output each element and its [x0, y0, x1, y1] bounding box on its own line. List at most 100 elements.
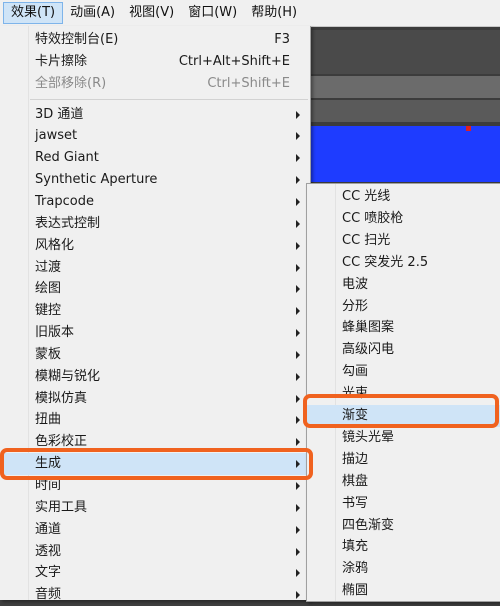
- menu-item-label: Red Giant: [35, 150, 99, 166]
- submenu-item-5[interactable]: 分形: [307, 296, 500, 318]
- submenu-item-label: 棋盘: [342, 473, 369, 489]
- submenu-item-label: 描边: [342, 451, 369, 467]
- menu-item-category-9[interactable]: 键控: [0, 300, 310, 322]
- menu-item-category-0[interactable]: 3D 通道: [0, 104, 310, 126]
- menu-item-label: 通道: [35, 521, 62, 537]
- submenu-item-0[interactable]: CC 光线: [307, 186, 500, 208]
- menu-item-label: Synthetic Aperture: [35, 172, 158, 188]
- submenu-item-7[interactable]: 高级闪电: [307, 339, 500, 361]
- submenu-item-2[interactable]: CC 扫光: [307, 230, 500, 252]
- annotation-highlight-generate: [0, 448, 313, 480]
- menu-animation[interactable]: 动画(A): [63, 2, 122, 24]
- submenu-arrow-icon: [296, 372, 300, 381]
- menu-item-label: jawset: [35, 128, 78, 144]
- menu-item-category-3[interactable]: Synthetic Aperture: [0, 169, 310, 191]
- submenu-arrow-icon: [296, 591, 300, 600]
- menu-item-category-12[interactable]: 模糊与锐化: [0, 366, 310, 388]
- menu-item-category-22[interactable]: 音频: [0, 584, 310, 606]
- menu-item-category-20[interactable]: 透视: [0, 541, 310, 563]
- menu-item-category-4[interactable]: Trapcode: [0, 191, 310, 213]
- submenu-item-16[interactable]: 填充: [307, 536, 500, 558]
- menu-item-label: 实用工具: [35, 499, 88, 515]
- menu-item-label: 风格化: [35, 237, 75, 253]
- submenu-arrow-icon: [296, 416, 300, 425]
- submenu-arrow-icon: [296, 438, 300, 447]
- menu-item-label: 时间: [35, 478, 62, 493]
- submenu-item-label: 高级闪电: [342, 342, 395, 358]
- submenu-item-label: 涂鸦: [342, 561, 369, 577]
- submenu-arrow-icon: [296, 350, 300, 359]
- submenu-item-8[interactable]: 勾画: [307, 361, 500, 383]
- menu-item-top-1[interactable]: 卡片擦除 Ctrl+Alt+Shift+E: [0, 51, 310, 73]
- layer-bar-2: [300, 100, 500, 122]
- menu-item-category-19[interactable]: 通道: [0, 519, 310, 541]
- menu-effects[interactable]: 效果(T): [3, 2, 64, 24]
- submenu-item-label: 分形: [342, 298, 369, 314]
- submenu-item-17[interactable]: 涂鸦: [307, 558, 500, 580]
- submenu-arrow-icon: [296, 503, 300, 512]
- annotation-highlight-gradient: [303, 394, 499, 428]
- submenu-arrow-icon: [296, 263, 300, 272]
- submenu-arrow-icon: [296, 307, 300, 316]
- menu-item-category-18[interactable]: 实用工具: [0, 497, 310, 519]
- submenu-item-14[interactable]: 书写: [307, 493, 500, 515]
- menu-item-label: 绘图: [35, 281, 62, 297]
- layer-bar: [300, 76, 500, 98]
- menu-item-category-13[interactable]: 模拟仿真: [0, 388, 310, 410]
- menu-item-label: 文字: [35, 565, 62, 581]
- menu-item-label: 音频: [35, 587, 62, 603]
- menu-item-category-2[interactable]: Red Giant: [0, 147, 310, 169]
- menu-view[interactable]: 视图(V): [122, 2, 181, 24]
- menu-item-category-10[interactable]: 旧版本: [0, 322, 310, 344]
- menu-item-category-14[interactable]: 扭曲: [0, 409, 310, 431]
- menu-item-category-5[interactable]: 表达式控制: [0, 213, 310, 235]
- generate-submenu: CC 光线 CC 喷胶枪 CC 扫光 CC 突发光 2.5 电波分形蜂巢图案高级闪电勾画…: [306, 183, 500, 602]
- effects-menu: 特效控制台(E) F3 卡片擦除 Ctrl+Alt+Shift+E 全部移除(R) Ctr…: [0, 26, 311, 602]
- menu-item-label: 扭曲: [35, 412, 62, 428]
- submenu-item-13[interactable]: 棋盘: [307, 471, 500, 493]
- submenu-item-label: CC 扫光: [342, 232, 391, 248]
- submenu-item-4[interactable]: 电波: [307, 274, 500, 296]
- submenu-item-label: 填充: [342, 539, 369, 555]
- submenu-item-1[interactable]: CC 喷胶枪: [307, 208, 500, 230]
- submenu-arrow-icon: [296, 110, 300, 119]
- menu-item-category-1[interactable]: jawset: [0, 125, 310, 147]
- submenu-item-11[interactable]: 镜头光晕: [307, 427, 500, 449]
- menu-window[interactable]: 窗口(W): [181, 2, 244, 24]
- submenu-arrow-icon: [296, 197, 300, 206]
- submenu-item-15[interactable]: 四色渐变: [307, 515, 500, 537]
- keyframe-marker: [466, 126, 471, 131]
- menu-item-category-21[interactable]: 文字: [0, 562, 310, 584]
- menu-item-category-6[interactable]: 风格化: [0, 235, 310, 257]
- submenu-item-label: 四色渐变: [342, 517, 395, 533]
- menu-item-label: Trapcode: [35, 193, 94, 209]
- submenu-item-label: 镜头光晕: [342, 429, 395, 445]
- menu-item-shortcut: F3: [274, 32, 290, 47]
- submenu-arrow-icon: [296, 525, 300, 534]
- menu-item-label: 表达式控制: [35, 215, 101, 231]
- submenu-item-label: CC 光线: [342, 189, 391, 204]
- menu-item-category-11[interactable]: 蒙板: [0, 344, 310, 366]
- submenu-item-18[interactable]: 椭圆: [307, 580, 500, 602]
- timeline-header: [300, 30, 500, 74]
- menu-item-category-7[interactable]: 过渡: [0, 257, 310, 279]
- submenu-item-12[interactable]: 描边: [307, 449, 500, 471]
- menu-item-shortcut: Ctrl+Shift+E: [207, 75, 290, 91]
- menu-item-category-8[interactable]: 绘图: [0, 278, 310, 300]
- menu-item-label: 键控: [35, 303, 62, 319]
- submenu-item-label: CC 突发光 2.5: [342, 254, 429, 270]
- submenu-item-label: CC 喷胶枪: [342, 210, 404, 226]
- menu-item-label: 模糊与锐化: [35, 368, 101, 384]
- submenu-arrow-icon: [296, 241, 300, 250]
- submenu-item-6[interactable]: 蜂巢图案: [307, 317, 500, 339]
- solid-layer: [300, 126, 500, 182]
- menu-help[interactable]: 帮助(H): [244, 2, 304, 24]
- menu-item-label: 模拟仿真: [35, 390, 88, 406]
- submenu-item-label: 书写: [342, 495, 369, 511]
- menu-item-label: 特效控制台(E): [35, 32, 119, 47]
- submenu-item-label: 蜂巢图案: [342, 320, 395, 336]
- submenu-item-3[interactable]: CC 突发光 2.5: [307, 252, 500, 274]
- menu-item-top-0[interactable]: 特效控制台(E) F3: [0, 29, 310, 51]
- menu-item-label: 卡片擦除: [35, 53, 88, 69]
- menu-item-shortcut: Ctrl+Alt+Shift+E: [178, 53, 290, 69]
